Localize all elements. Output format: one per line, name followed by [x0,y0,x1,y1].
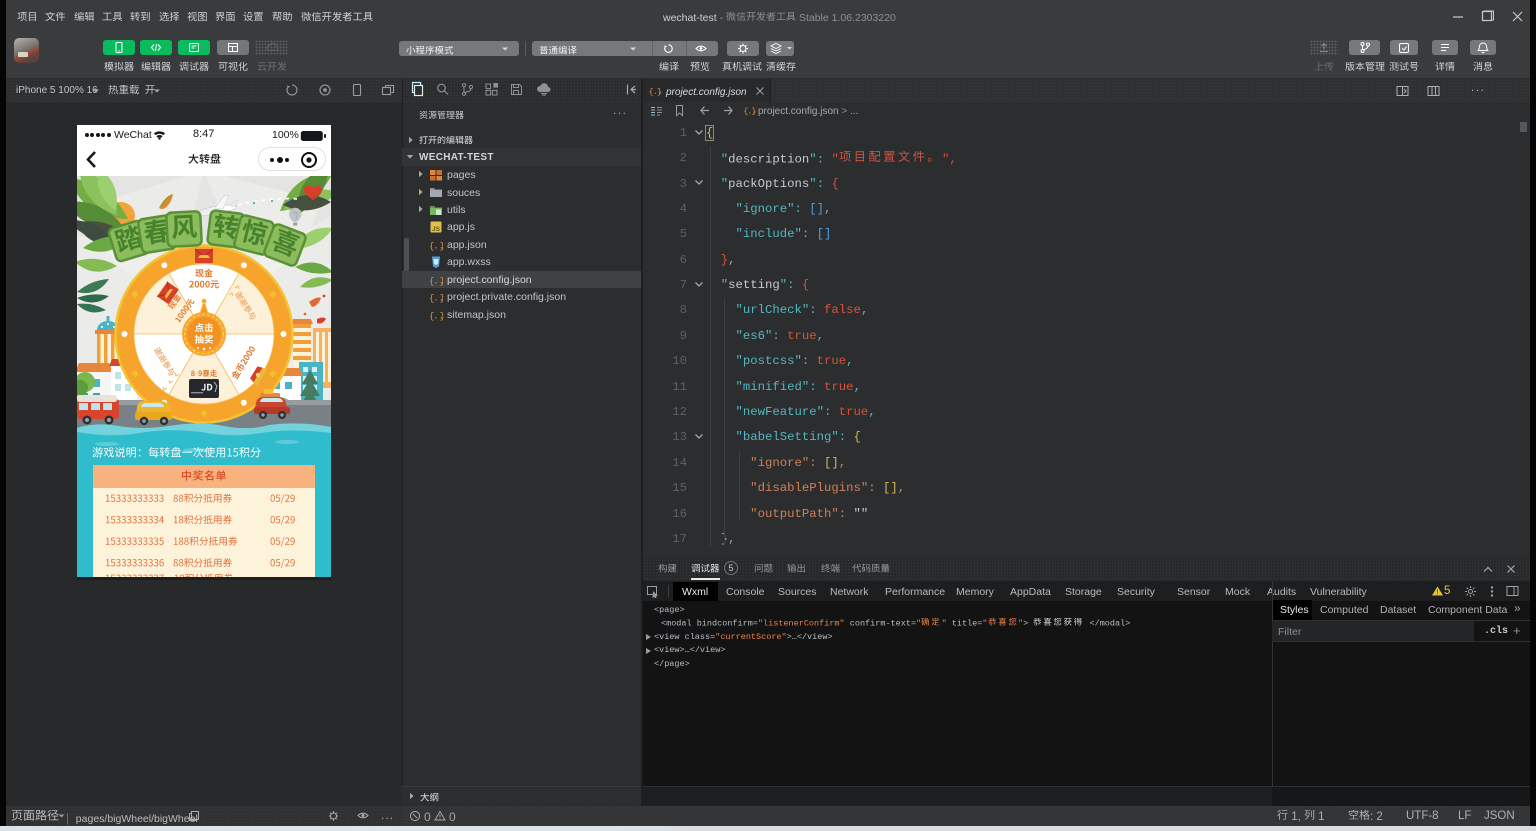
svg-text:{..}: {..} [429,241,443,251]
svg-text:{..}: {..} [429,294,443,304]
svg-text:JS: JS [432,226,441,233]
svg-text:{..}: {..} [429,276,443,286]
svg-text:!: ! [1437,590,1439,596]
svg-text:{..}: {..} [649,87,663,96]
svg-text:{..}: {..} [744,108,757,117]
svg-text:{..}: {..} [429,311,443,321]
